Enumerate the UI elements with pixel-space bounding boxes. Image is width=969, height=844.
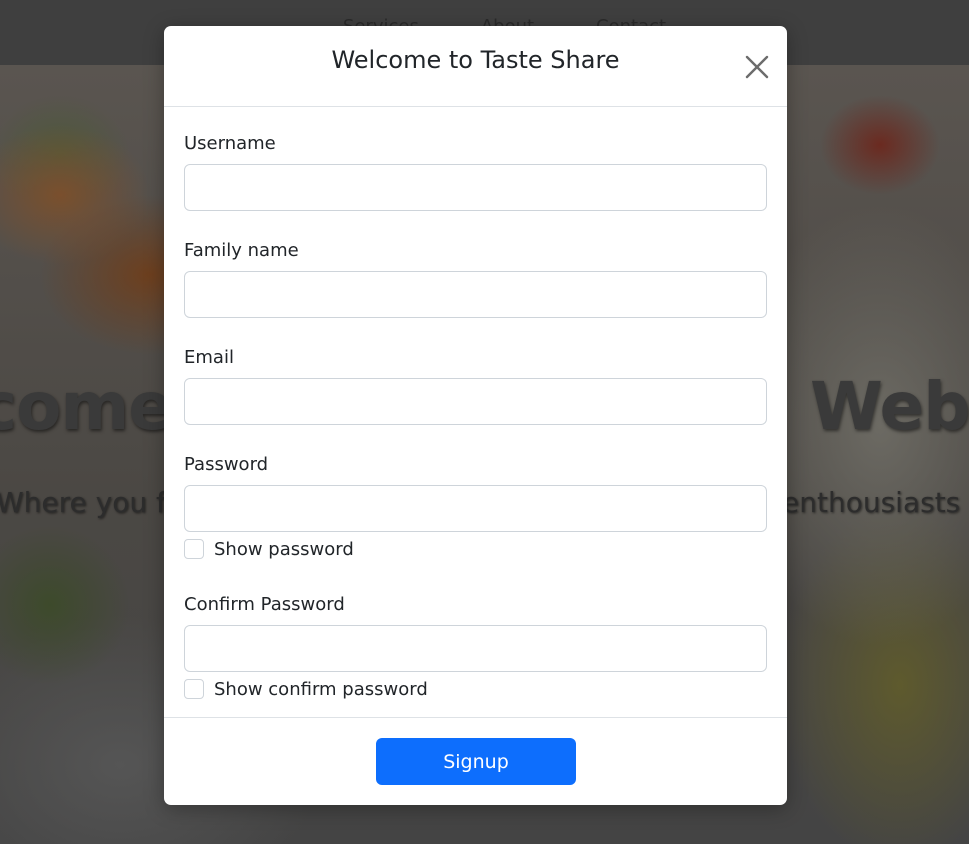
password-group: Password Show password: [184, 453, 767, 561]
modal-footer: Signup: [164, 717, 787, 805]
show-password-label[interactable]: Show password: [214, 539, 354, 560]
password-input[interactable]: [184, 485, 767, 532]
signup-button[interactable]: Signup: [376, 738, 576, 785]
hero-subtitle-left: Where you fir: [0, 486, 186, 519]
email-group: Email: [184, 346, 767, 425]
hero-heading-right: Webs: [810, 368, 969, 445]
close-icon: [745, 55, 769, 79]
email-input[interactable]: [184, 378, 767, 425]
show-password-checkbox[interactable]: [184, 539, 204, 559]
modal-header: Welcome to Taste Share: [164, 26, 787, 107]
hero-heading-left: come: [0, 368, 173, 445]
username-input[interactable]: [184, 164, 767, 211]
close-button[interactable]: [742, 52, 772, 82]
show-confirm-password-label[interactable]: Show confirm password: [214, 679, 428, 700]
show-confirm-password-checkbox[interactable]: [184, 679, 204, 699]
password-label: Password: [184, 454, 269, 475]
show-password-row: Show password: [184, 537, 767, 561]
username-group: Username: [184, 132, 767, 211]
family-name-input[interactable]: [184, 271, 767, 318]
confirm-password-label: Confirm Password: [184, 594, 345, 615]
confirm-password-input[interactable]: [184, 625, 767, 672]
username-label: Username: [184, 133, 276, 154]
signup-modal: Welcome to Taste Share Username Family n…: [164, 26, 787, 805]
family-name-label: Family name: [184, 240, 299, 261]
modal-body: Username Family name Email Password Show…: [164, 107, 787, 717]
show-confirm-password-row: Show confirm password: [184, 677, 767, 701]
modal-title: Welcome to Taste Share: [331, 46, 620, 74]
hero-subtitle-right: enthousiasts: [782, 486, 961, 519]
confirm-password-group: Confirm Password Show confirm password: [184, 593, 767, 701]
email-label: Email: [184, 347, 234, 368]
family-name-group: Family name: [184, 239, 767, 318]
